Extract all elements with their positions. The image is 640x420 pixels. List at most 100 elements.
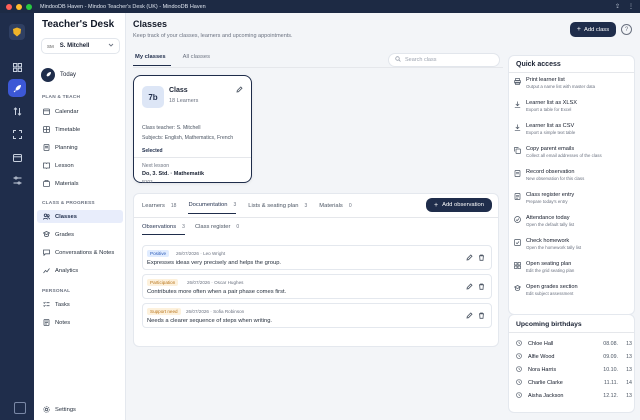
sidebar-item-lesson[interactable]: Lesson (37, 159, 123, 172)
quick-access-title-text: Record observation (526, 169, 575, 175)
today-link[interactable]: Today (41, 68, 76, 82)
trash-icon[interactable] (478, 312, 485, 321)
room-label: B203 (142, 179, 153, 184)
add-observation-button[interactable]: + Add observation (426, 198, 492, 212)
trash-icon[interactable] (478, 283, 485, 292)
help-icon[interactable]: ? (621, 24, 632, 35)
sidebar-item-label: Calendar (55, 108, 79, 115)
rail-dashboard-icon[interactable] (8, 58, 26, 76)
quick-access-item[interactable]: Open grades section Edit subject assessme… (513, 284, 632, 304)
quick-access-item[interactable]: Attendance today Open the default tally l… (514, 215, 632, 235)
tab-label: Documentation (188, 202, 228, 208)
divider (509, 72, 634, 73)
tab-count: 0 (348, 202, 352, 209)
observation-tag: Participation (147, 279, 179, 286)
quick-access-item[interactable]: Copy parent emails Collect all email addr… (514, 146, 632, 166)
sidebar: Teacher's Desk SM S. Mitchell Today PLAN… (34, 13, 126, 420)
next-lesson-value: Do, 3. Std. · Mathematik (142, 171, 205, 177)
quick-access-item[interactable]: Print learner list Output a name list wit… (514, 77, 632, 97)
rail-scan-icon[interactable] (8, 125, 26, 143)
tab-count: 3 (233, 202, 237, 208)
quick-access-title-text: Check homework (526, 238, 570, 244)
observation-item: Participation 26/07/2026 · Oscar Hughes … (142, 274, 492, 299)
observation-text: Contributes more often when a pair phase… (147, 289, 287, 295)
zoom-window-button[interactable] (26, 3, 32, 10)
edit-pencil-icon[interactable] (466, 254, 473, 263)
search-input[interactable] (405, 57, 495, 63)
minimize-window-button[interactable] (16, 3, 22, 10)
rail-sliders-icon[interactable] (8, 171, 26, 189)
observation-text: Expresses ideas very precisely and helps… (147, 260, 282, 266)
plus-icon: + (576, 26, 581, 33)
edit-pencil-icon[interactable] (236, 86, 243, 95)
quick-access-item[interactable]: Learner list as CSV Export a simple text … (514, 123, 632, 143)
birthday-item: Aisha Jackson 12.12. 13 (516, 391, 632, 401)
edit-pencil-icon[interactable] (466, 312, 473, 321)
observation-meta: 26/07/2026 · Leo Wright (176, 251, 226, 256)
quick-access-item[interactable]: Record observation New observation for th… (514, 169, 632, 189)
tab-class-register[interactable]: Class register 0 (195, 224, 239, 235)
observation-tag: Support need (147, 308, 181, 315)
birthday-age: 13 (626, 367, 632, 373)
divider (134, 217, 498, 218)
rail-rocket-icon[interactable] (8, 79, 26, 97)
quick-access-item[interactable]: Check homework Open the homework tally li… (514, 238, 632, 258)
tab-observations[interactable]: Observations 3 (142, 224, 185, 235)
sidebar-item-calendar[interactable]: Calendar (37, 105, 123, 118)
sidebar-item-materials[interactable]: Materials (37, 177, 123, 190)
sidebar-item-conversations[interactable]: Conversations & Notes (37, 246, 123, 259)
tab-lists-seating[interactable]: Lists & seating plan 3 (248, 202, 307, 214)
conversations-icon (42, 249, 50, 257)
quick-access-item[interactable]: Open seating plan Edit the grid seating p… (514, 261, 632, 281)
birthday-cake-icon (516, 340, 523, 348)
search-box[interactable] (388, 53, 500, 67)
main-content: Classes Keep track of your classes, lear… (126, 13, 503, 420)
sidebar-toggle-icon[interactable] (14, 402, 26, 414)
search-icon (395, 56, 401, 64)
tab-materials[interactable]: Materials 0 (319, 202, 351, 214)
quick-access-title-text: Class register entry (526, 192, 575, 198)
birthday-date: 08.08. (603, 341, 618, 347)
rail-calendar-icon[interactable] (8, 148, 26, 166)
download-icon (514, 124, 522, 143)
close-window-button[interactable] (6, 3, 12, 10)
birthday-date: 11.11. (604, 380, 618, 386)
sidebar-item-planning[interactable]: Planning (37, 141, 123, 154)
class-card[interactable]: 7b Class 18 Learners Class teacher: S. M… (133, 75, 252, 184)
quick-access-title-text: Copy parent emails (526, 146, 575, 152)
tab-documentation[interactable]: Documentation 3 (188, 202, 237, 214)
sidebar-item-classes[interactable]: Classes (37, 210, 123, 223)
sidebar-item-timetable[interactable]: Timetable (37, 123, 123, 136)
user-selector[interactable]: SM S. Mitchell (41, 38, 120, 54)
tasks-icon (42, 301, 50, 309)
birthday-cake-icon (516, 353, 523, 361)
quick-access-desc: Export a simple text table (526, 130, 576, 135)
documentation-subtabs: Observations 3 Class register 0 (142, 224, 249, 235)
add-class-button[interactable]: + Add class (570, 22, 616, 37)
quick-access-item[interactable]: Class register entry Prepare today's entr… (514, 192, 632, 212)
page-title: Classes (133, 19, 168, 29)
lesson-icon (42, 162, 50, 170)
quick-access-title-text: Attendance today (526, 215, 570, 221)
tab-my-classes[interactable]: My classes (133, 54, 171, 66)
more-icon[interactable]: ⋮ (628, 3, 634, 10)
share-icon[interactable]: ⇪ (615, 3, 620, 10)
rail-transfer-icon[interactable] (8, 102, 26, 120)
sidebar-item-tasks[interactable]: Tasks (37, 298, 123, 311)
birthday-name: Alfie Wood (528, 354, 555, 360)
trash-icon[interactable] (478, 254, 485, 263)
quick-access-desc: Edit the grid seating plan (526, 268, 575, 273)
quick-access-item[interactable]: Learner list as XLSX Export a table for E… (514, 100, 632, 120)
edit-pencil-icon[interactable] (466, 283, 473, 292)
sidebar-item-notes[interactable]: Notes (37, 316, 123, 329)
next-lesson-label: Next lesson (142, 163, 170, 169)
observation-item: Support need 26/07/2026 · Sofia Robinson… (142, 303, 492, 328)
observation-text: Needs a clearer sequence of steps when w… (147, 318, 273, 324)
sidebar-item-grades[interactable]: Grades (37, 228, 123, 241)
tab-all-classes[interactable]: All classes (181, 54, 215, 66)
sidebar-item-label: Tasks (55, 301, 70, 308)
sidebar-item-analytics[interactable]: Analytics (37, 264, 123, 277)
sidebar-item-settings[interactable]: Settings (37, 403, 123, 416)
tab-learners[interactable]: Learners 18 (142, 202, 176, 214)
download-icon (514, 101, 522, 120)
